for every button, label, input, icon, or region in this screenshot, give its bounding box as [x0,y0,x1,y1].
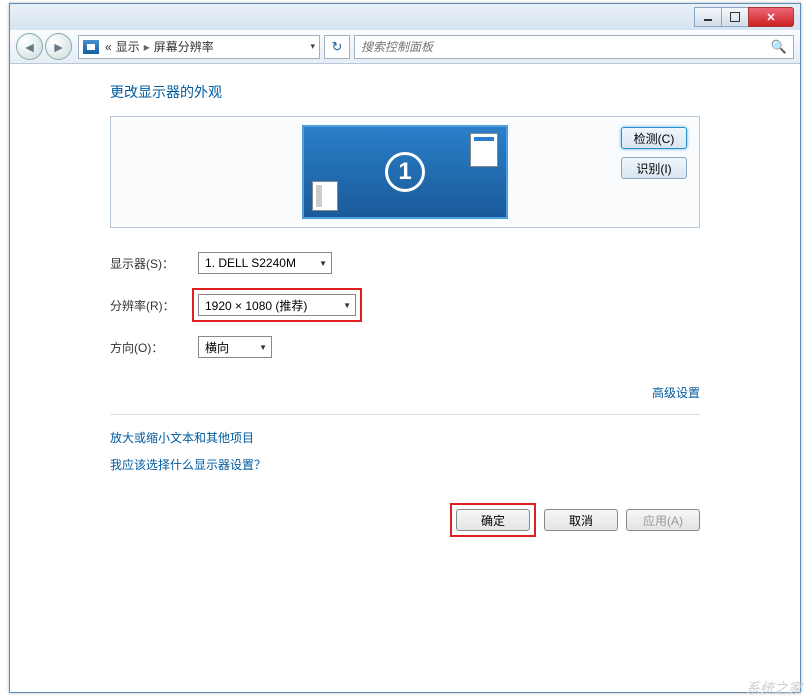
button-row: 确定 取消 应用(A) [110,503,700,537]
watermark: 系统之家 [746,678,802,698]
breadcrumb-part2[interactable]: 屏幕分辨率 [154,38,214,55]
resolution-highlight: 1920 × 1080 (推荐) [192,288,362,322]
address-bar[interactable]: « 显示 ▸ 屏幕分辨率 ▾ [78,35,320,59]
detect-button[interactable]: 检测(C) [621,127,687,149]
orientation-row: 方向(O)： 横向 [110,336,700,358]
monitor-preview-panel: 1 检测(C) 识别(I) [110,116,700,228]
close-button[interactable] [748,7,794,27]
ok-button[interactable]: 确定 [456,509,530,531]
chevron-right-icon: ▸ [144,40,150,54]
orientation-dropdown[interactable]: 横向 [198,336,272,358]
text-size-link[interactable]: 放大或缩小文本和其他项目 [110,429,700,446]
advanced-settings-link[interactable]: 高级设置 [652,386,700,400]
breadcrumb-part1[interactable]: 显示 [116,38,140,55]
forward-button[interactable]: ► [45,33,72,60]
page-title: 更改显示器的外观 [110,82,700,102]
advanced-link-row: 高级设置 [110,384,700,402]
ok-highlight: 确定 [450,503,536,537]
nav-arrows: ◄ ► [16,33,72,60]
search-icon[interactable]: 🔍 [771,39,787,55]
window: ◄ ► « 显示 ▸ 屏幕分辨率 ▾ ↻ 🔍 更改显示器的外观 1 [9,3,801,693]
breadcrumb: « 显示 ▸ 屏幕分辨率 [105,38,214,55]
resolution-row: 分辨率(R)： 1920 × 1080 (推荐) [110,288,700,322]
cancel-button[interactable]: 取消 [544,509,618,531]
content-area: 更改显示器的外观 1 检测(C) 识别(I) 显示器(S)： 1. DELL S… [10,64,800,537]
resolution-label: 分辨率(R)： [110,297,198,314]
control-panel-icon [83,40,99,54]
divider [110,414,700,415]
navbar: ◄ ► « 显示 ▸ 屏幕分辨率 ▾ ↻ 🔍 [10,30,800,64]
orientation-value: 横向 [205,339,229,356]
preview-window-bl [312,181,338,211]
display-row: 显示器(S)： 1. DELL S2240M [110,252,700,274]
apply-button[interactable]: 应用(A) [626,509,700,531]
display-label: 显示器(S)： [110,255,198,272]
monitor-number: 1 [385,152,425,192]
preview-window-tr [470,133,498,167]
window-controls [695,7,794,27]
maximize-button[interactable] [721,7,749,27]
which-settings-link[interactable]: 我应该选择什么显示器设置？ [110,456,700,473]
titlebar [10,4,800,30]
display-dropdown[interactable]: 1. DELL S2240M [198,252,332,274]
search-box[interactable]: 🔍 [354,35,794,59]
resolution-dropdown[interactable]: 1920 × 1080 (推荐) [198,294,356,316]
help-links: 放大或缩小文本和其他项目 我应该选择什么显示器设置？ [110,429,700,473]
display-value: 1. DELL S2240M [205,256,296,270]
address-dropdown-icon[interactable]: ▾ [310,41,315,52]
resolution-value: 1920 × 1080 (推荐) [205,297,307,314]
back-button[interactable]: ◄ [16,33,43,60]
breadcrumb-back: « [105,40,112,54]
refresh-button[interactable]: ↻ [324,35,350,59]
identify-button[interactable]: 识别(I) [621,157,687,179]
minimize-button[interactable] [694,7,722,27]
orientation-label: 方向(O)： [110,339,198,356]
panel-buttons: 检测(C) 识别(I) [621,127,687,179]
monitor-preview[interactable]: 1 [302,125,508,219]
search-input[interactable] [361,40,771,54]
